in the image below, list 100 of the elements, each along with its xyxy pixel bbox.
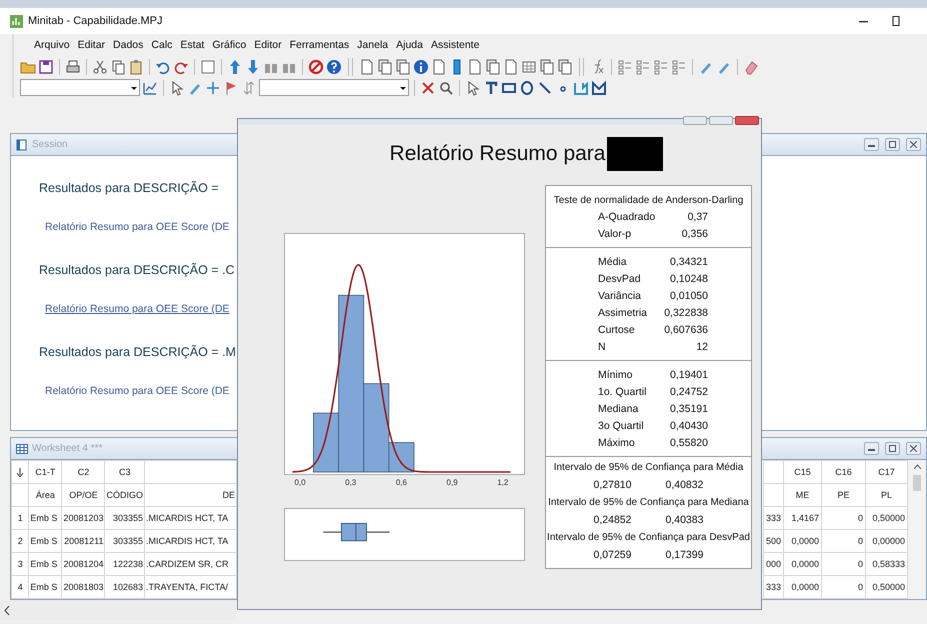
documents-icon[interactable] <box>539 58 555 74</box>
tree-icon[interactable] <box>671 58 687 74</box>
table-cell: 000 <box>763 552 784 576</box>
dropdown-field[interactable] <box>259 79 409 96</box>
vertical-scrollbar[interactable] <box>908 460 926 599</box>
text-tool-icon[interactable] <box>483 80 499 96</box>
ellipse-tool-icon[interactable] <box>519 80 535 96</box>
column-name[interactable]: DE <box>144 484 236 506</box>
window-title: Session <box>32 139 68 150</box>
results-heading: Resultados para DESCRIÇÃO = .M <box>39 344 236 361</box>
column-header[interactable]: C1-T <box>28 460 62 484</box>
row-number[interactable]: 3 <box>12 552 29 576</box>
table-cell: 0,0000 <box>784 530 822 552</box>
row-number[interactable]: 2 <box>12 530 29 552</box>
menu-item[interactable]: Calc <box>151 39 172 51</box>
cancel-icon[interactable] <box>308 58 324 74</box>
documents-icon[interactable] <box>377 58 393 74</box>
stat-value: 0,40430 <box>669 419 708 434</box>
column-header[interactable]: C16 <box>822 460 866 484</box>
column-name[interactable]: CÓDIGO <box>104 484 144 506</box>
menu-item[interactable]: Ajuda <box>396 39 423 51</box>
close-button[interactable] <box>906 442 921 455</box>
arrow-down-icon[interactable] <box>245 58 261 74</box>
menu-item[interactable]: Ferramentas <box>290 39 350 51</box>
column-header[interactable]: C17 <box>866 460 908 484</box>
column-header[interactable]: C15 <box>784 460 822 484</box>
stat-label: 3o Quartil <box>598 419 645 434</box>
table-cell: .CARDIZEM SR, CR <box>144 552 236 576</box>
window-icon[interactable] <box>200 58 216 74</box>
menu-item[interactable]: Editor <box>254 39 282 51</box>
line-tool-icon[interactable] <box>537 80 553 96</box>
delete-icon[interactable] <box>420 80 436 96</box>
column-header[interactable] <box>12 460 29 484</box>
results-heading: Resultados para DESCRIÇÃO = .C <box>39 262 235 279</box>
eraser-icon[interactable] <box>743 58 759 74</box>
stat-value: 0,27810 <box>594 479 632 491</box>
close-button[interactable] <box>906 138 921 151</box>
scissors-icon[interactable] <box>92 58 108 74</box>
menu-item[interactable]: Dados <box>113 39 144 51</box>
document-icon[interactable] <box>467 58 483 74</box>
table-cell: Emb S <box>28 530 62 552</box>
scroll-left-icon[interactable] <box>4 606 10 614</box>
polygon-tool-icon[interactable] <box>573 80 589 96</box>
column-name[interactable]: PE <box>822 484 866 506</box>
documents-icon[interactable] <box>485 58 501 74</box>
menu-item[interactable]: Gráfico <box>212 39 246 51</box>
document-icon[interactable] <box>431 58 447 74</box>
stat-value: 0,40832 <box>666 479 704 491</box>
column-name[interactable]: OP/OE <box>62 484 105 506</box>
tree-icon[interactable] <box>635 58 651 74</box>
menu-item[interactable]: Estat <box>180 39 204 51</box>
close-icon[interactable] <box>910 445 917 452</box>
print-icon[interactable] <box>65 58 81 74</box>
table-cell: 0 <box>822 552 866 576</box>
document-icon[interactable] <box>503 58 519 74</box>
axis-tick-label: 0,9 <box>446 478 458 487</box>
tree-icon[interactable] <box>617 58 633 74</box>
info-icon[interactable] <box>413 58 429 74</box>
column-name[interactable]: Área <box>28 484 62 506</box>
crosshair-icon[interactable] <box>205 80 221 96</box>
report-link[interactable]: Relatório Resumo para OEE Score (DE <box>45 204 230 250</box>
row-number[interactable]: 4 <box>12 576 29 598</box>
documents-icon[interactable] <box>395 58 411 74</box>
dropdown-field[interactable] <box>20 79 140 96</box>
column-header[interactable]: C2 <box>62 460 105 484</box>
polyline-tool-icon[interactable] <box>591 80 607 96</box>
menu-item[interactable]: Assistente <box>430 39 480 51</box>
maximize-button[interactable] <box>885 138 900 151</box>
document-icon[interactable] <box>359 58 375 74</box>
column-name[interactable]: ME <box>784 484 822 506</box>
menu-item[interactable]: Janela <box>357 39 388 51</box>
paste-icon[interactable] <box>128 58 144 74</box>
row-number[interactable]: 1 <box>12 506 29 530</box>
scrollbar-thumb[interactable] <box>913 475 921 491</box>
help-icon[interactable] <box>326 58 342 74</box>
scroll-up-icon[interactable] <box>914 464 920 469</box>
horizontal-scrollbar[interactable] <box>0 600 236 620</box>
search-icon[interactable] <box>438 80 454 96</box>
restore-icon[interactable] <box>891 16 901 26</box>
close-icon[interactable] <box>910 141 917 148</box>
copy-icon[interactable] <box>110 58 126 74</box>
report-link[interactable]: Relatório Resumo para OEE Score (DE <box>45 368 230 414</box>
menu-item[interactable]: Editar <box>78 39 106 51</box>
report-link[interactable]: Relatório Resumo para OEE Score (DE <box>45 286 230 332</box>
minimize-button[interactable] <box>864 442 879 455</box>
grid-icon[interactable] <box>521 58 537 74</box>
axis-tick-label: 1,2 <box>497 478 508 487</box>
stat-label: Curtose <box>598 323 636 338</box>
sort-arrow-icon[interactable] <box>17 468 24 476</box>
maximize-button[interactable] <box>885 442 900 455</box>
axis-tick-label: 0,3 <box>345 478 356 487</box>
documents-icon[interactable] <box>557 58 573 74</box>
arrow-up-icon[interactable] <box>227 58 243 74</box>
maximize-icon[interactable] <box>889 141 896 148</box>
tree-icon[interactable] <box>653 58 669 74</box>
menu-item[interactable]: Arquivo <box>34 39 70 51</box>
minimize-button[interactable] <box>864 138 879 151</box>
column-header[interactable]: C3 <box>104 460 144 484</box>
maximize-icon[interactable] <box>889 445 896 452</box>
save-icon[interactable] <box>38 58 54 74</box>
